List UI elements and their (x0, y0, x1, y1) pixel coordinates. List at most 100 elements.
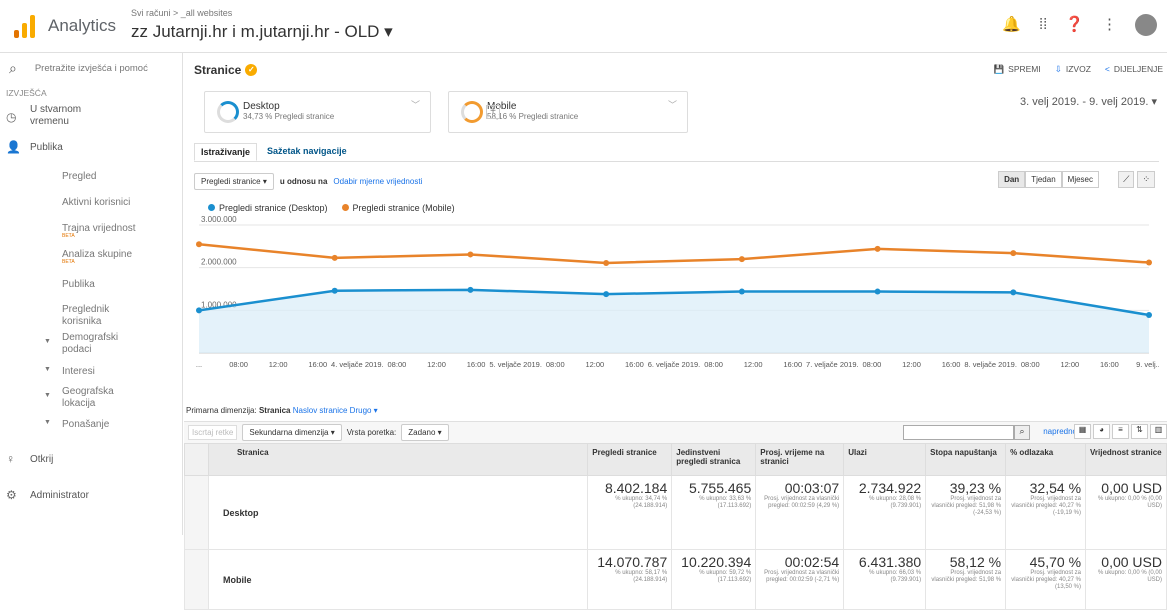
sidebar-item-discover[interactable]: ♀ Otkrij (0, 452, 182, 466)
pie-view-icon[interactable]: ◕ (1093, 424, 1110, 439)
legend-item-mobile[interactable]: Pregledi stranice (Mobile) (341, 203, 455, 213)
granularity-day[interactable]: Dan (998, 171, 1026, 188)
x-tick-label: 12:00 (1060, 360, 1079, 369)
comparison-view-icon[interactable]: ⇅ (1131, 424, 1148, 439)
col-pageviews[interactable]: Pregledi stranice (587, 443, 673, 476)
y-tick-label: 2.000.000 (201, 258, 237, 267)
x-tick-label: 16:00 (308, 360, 327, 369)
sidebar-subitem-active-users[interactable]: Aktivni korisnici (0, 197, 182, 208)
cell-note: Prosj. vrijednost za vlasnički pregled: … (764, 496, 840, 509)
cell: 00:02:54 Prosj. vrijednost za vlasnički p… (755, 549, 845, 610)
cell-note: % ukupno: 59,72 % (17.113.692) (699, 570, 752, 583)
segment-ring-icon (461, 101, 483, 123)
select-metric-link[interactable]: Odabir mjerne vrijednosti (333, 177, 422, 186)
sidebar-subitem-overview[interactable]: Pregled (0, 171, 182, 182)
share-button[interactable]: < DIJELJENJE (1105, 64, 1163, 75)
sidebar-subitem-lifetime-value[interactable]: Trajna vrijednost BETA (0, 223, 182, 239)
granularity-month[interactable]: Mjesec (1061, 171, 1099, 188)
sidebar-subitem-demographics[interactable]: ▼ Demografski podaci (0, 332, 182, 356)
property-selector[interactable]: zz Jutarnji.hr i m.jutarnji.hr - OLD ▾ (131, 22, 393, 42)
export-button[interactable]: ⇩ IZVOZ (1055, 64, 1091, 75)
x-tick-label: 12:00 (902, 360, 921, 369)
cell-note: % ukupno: 0,00 % (0,00 USD) (1097, 570, 1162, 583)
help-icon[interactable]: ❓ (1065, 15, 1084, 35)
col-exit[interactable]: % odlazaka (1005, 443, 1087, 476)
row-checkbox[interactable] (184, 475, 209, 550)
select-all-checkbox[interactable] (184, 443, 209, 476)
more-vert-icon[interactable]: ⋮ (1102, 15, 1117, 35)
sidebar-subitem-interests[interactable]: ▼ Interesi (0, 366, 182, 377)
cell-note: Prosj. vrijednost za vlasnički pregled: … (931, 570, 1002, 583)
x-tick-label: 16:00 (467, 360, 486, 369)
segment-desktop[interactable]: Desktop 34,73 % Pregledi stranice ﹀ (204, 91, 431, 133)
col-entrances[interactable]: Ulazi (843, 443, 927, 476)
add-segment-button[interactable]: + (486, 105, 500, 119)
sidebar-subitem-user-explorer[interactable]: Preglednik korisnika (0, 304, 125, 328)
sidebar-item-audience[interactable]: 👤 Publika (0, 140, 182, 154)
search-input[interactable]: Pretražite izvješća i pomoć (35, 63, 148, 74)
tab-explorer[interactable]: Istraživanje (194, 143, 258, 161)
avatar[interactable] (1135, 14, 1157, 36)
granularity-week[interactable]: Tjedan (1025, 171, 1062, 188)
sidebar-item-realtime[interactable]: ◷ U stvarnom vremenu (0, 104, 182, 128)
cell-value: 0,00 USD (1101, 480, 1162, 496)
plot-rows-button[interactable]: Iscrtaj retke (188, 425, 238, 440)
legend-dot-icon (341, 204, 349, 211)
apps-grid-icon[interactable]: ⁞⁞ (1039, 15, 1047, 35)
sidebar-subitem-behavior[interactable]: ▼ Ponašanje (0, 419, 182, 430)
x-tick-label: 7. veljače 2019. (806, 360, 859, 369)
advanced-filter-link[interactable]: napredno (1043, 427, 1077, 436)
table-row[interactable]: Mobile 14.070.787% ukupno: 58,17 % (24.1… (184, 549, 1167, 610)
table-view-icon[interactable]: ▦ (1074, 424, 1091, 439)
metric-select[interactable]: Pregledi stranice ▾ (194, 172, 274, 190)
line-chart-icon[interactable]: ⟋ (1118, 171, 1135, 188)
metric-select-value: Pregledi stranice (201, 176, 261, 186)
chevron-down-icon[interactable]: ﹀ (668, 98, 677, 111)
cell: 58,12 % Prosj. vrijednost za vlasnički pr… (925, 549, 1007, 610)
col-bounce-rate[interactable]: Stopa napuštanja (925, 443, 1007, 476)
data-point (1146, 312, 1152, 319)
legend-item-desktop[interactable]: Pregledi stranice (Desktop) (208, 203, 328, 213)
data-point (1010, 250, 1017, 257)
row-page-name[interactable]: Mobile (207, 549, 589, 610)
col-unique-pageviews[interactable]: Jedinstveni pregledi stranica (671, 443, 757, 476)
table-search-input[interactable] (903, 425, 1014, 440)
col-page[interactable]: Stranica (207, 443, 589, 476)
cell: 45,70 % Prosj. vrijednost za vlasnički pr… (1005, 549, 1087, 610)
reports-section-label: IZVJEŠĆA (6, 88, 47, 98)
sidebar-item-admin[interactable]: ⚙ Administrator (0, 488, 182, 502)
breadcrumb[interactable]: Svi računi > _all websites (131, 8, 232, 18)
dimension-other[interactable]: Drugo ▾ (350, 406, 378, 415)
pivot-view-icon[interactable]: ▥ (1150, 424, 1167, 439)
sidebar-subitem-geo[interactable]: ▼ Geografska lokacija (0, 386, 182, 410)
save-button[interactable]: 💾 SPREMI (994, 64, 1041, 75)
report-tabs: Istraživanje Sažetak navigacije (194, 143, 1159, 162)
analytics-logo-icon[interactable] (14, 14, 36, 38)
row-page-name[interactable]: Desktop (207, 475, 589, 550)
date-range-picker[interactable]: 3. velj 2019. - 9. velj 2019. ▾ (1020, 95, 1157, 108)
x-tick-label: 12:00 (744, 360, 763, 369)
segment-mobile[interactable]: Mobile 58,16 % Pregledi stranice ﹀ (448, 91, 688, 133)
top-icons: 🔔 ⁞⁞ ❓ ⋮ (1002, 14, 1157, 36)
sidebar-item-label: Otkrij (30, 453, 54, 465)
data-point (1146, 259, 1152, 266)
dimension-page-title[interactable]: Naslov stranice (293, 406, 348, 415)
bell-icon[interactable]: 🔔 (1002, 15, 1021, 35)
sidebar-subitem-cohort[interactable]: Analiza skupine BETA (0, 249, 182, 265)
secondary-dimension-select[interactable]: Sekundarna dimenzija ▾ (242, 424, 342, 441)
performance-view-icon[interactable]: ≡ (1112, 424, 1129, 439)
col-page-value[interactable]: Vrijednost stranice (1085, 443, 1167, 476)
tab-navigation-summary[interactable]: Sažetak navigacije (261, 143, 353, 161)
dimension-page[interactable]: Stranica (259, 406, 291, 415)
chart-controls: Pregledi stranice ▾ u odnosu na Odabir m… (194, 171, 1159, 191)
sidebar-search[interactable]: ⌕ Pretražite izvješća i pomoć (0, 53, 182, 83)
sidebar-subitem-audiences[interactable]: Publika (0, 279, 182, 290)
row-checkbox[interactable] (184, 549, 209, 610)
caret-icon: ▼ (44, 392, 51, 399)
chevron-down-icon[interactable]: ﹀ (411, 98, 420, 111)
sort-select[interactable]: Zadano ▾ (401, 424, 449, 441)
table-row[interactable]: Desktop 8.402.184% ukupno: 34,74 % (24.1… (184, 475, 1167, 550)
col-avg-time[interactable]: Prosj. vrijeme na stranici (755, 443, 845, 476)
search-icon[interactable]: ⌕ (1014, 425, 1030, 440)
motion-chart-icon[interactable]: ⁘ (1137, 171, 1155, 188)
